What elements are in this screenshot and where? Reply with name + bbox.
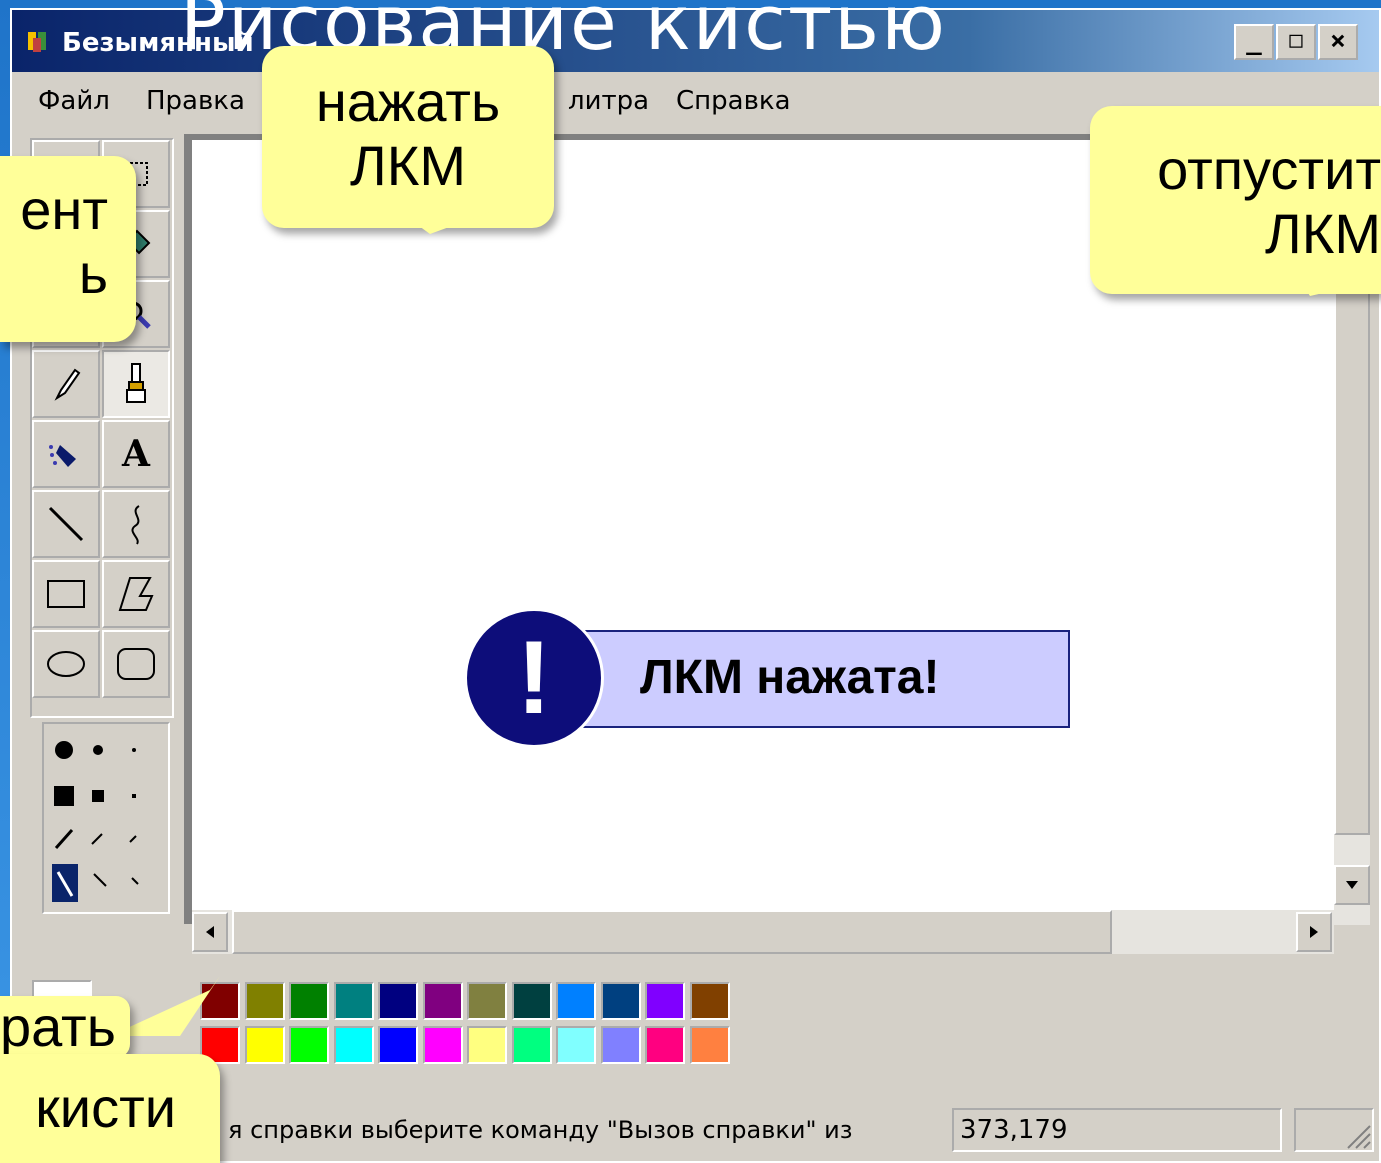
brush-square-large[interactable] [54,786,74,806]
callout-press-lmb: нажать ЛКМ [262,46,554,228]
palette-swatch[interactable] [289,1026,329,1064]
palette-swatch[interactable] [645,982,685,1020]
paint-app-icon [28,32,46,52]
exclamation-icon: ! [464,608,604,748]
brush-round-small[interactable] [132,748,136,752]
text-tool[interactable]: A [102,420,170,488]
palette-swatch[interactable] [556,1026,596,1064]
brush-square-small[interactable] [132,794,136,798]
airbrush-tool[interactable] [32,420,100,488]
polygon-icon [118,577,154,611]
callout-release-text: отпустит ЛКМ [1157,138,1381,265]
arrow-down-icon [1346,881,1358,889]
rectangle-tool[interactable] [32,560,100,628]
horizontal-scroll-thumb[interactable] [232,910,1112,954]
arrow-left-icon [206,926,214,938]
text-icon: A [122,433,150,475]
brush-square-medium[interactable] [92,790,104,802]
palette-swatch[interactable] [244,982,285,1020]
minimize-button[interactable]: _ [1234,24,1274,60]
palette-swatch[interactable] [289,982,329,1020]
callout-release-lmb: отпустит ЛКМ [1090,106,1381,294]
callout-tool-text: ент ь [20,178,108,305]
rounded-rectangle-icon [117,648,155,680]
palette-swatch[interactable] [422,982,463,1020]
polygon-tool[interactable] [102,560,170,628]
lmb-pressed-alert: ЛКМ нажата! [572,630,1070,728]
palette-swatch[interactable] [244,1026,285,1064]
palette-swatch[interactable] [422,1026,463,1064]
palette-swatch[interactable] [378,1026,418,1064]
palette-swatch[interactable] [378,982,418,1020]
callout-press-text: нажать ЛКМ [315,70,501,197]
scroll-right-button[interactable] [1296,912,1332,952]
line-tool[interactable] [32,490,100,558]
menu-file[interactable]: Файл [38,86,110,116]
palette-swatch[interactable] [467,982,507,1020]
pencil-tool[interactable] [32,350,100,418]
scroll-left-button[interactable] [192,912,228,952]
airbrush-icon [49,445,76,467]
brush-slash-small[interactable] [129,835,137,843]
arrow-right-icon [1310,926,1318,938]
palette-swatch[interactable] [511,1026,552,1064]
callout-brush-size-top: рать [0,996,130,1058]
menu-palette[interactable]: литра [568,86,649,116]
alert-text: ЛКМ нажата! [640,651,940,704]
menu-help[interactable]: Справка [676,86,791,116]
brush-tool[interactable] [102,350,170,418]
callout-press-tail [400,212,490,234]
callout-tool: ент ь [0,156,136,342]
palette-swatch[interactable] [600,982,641,1020]
ellipse-tool[interactable] [32,630,100,698]
status-help-text: я справки выберите команду "Вызов справк… [228,1116,853,1144]
callout-brush-size-bottom: кисти [0,1054,220,1163]
palette-swatch[interactable] [333,1026,374,1064]
brush-backslash-medium[interactable] [93,873,107,887]
palette-swatch[interactable] [645,1026,685,1064]
palette-swatch[interactable] [600,1026,641,1064]
brush-shapes-icon [52,741,139,902]
brush-round-medium[interactable] [93,745,103,755]
resize-grip[interactable] [1294,1108,1374,1152]
close-button[interactable]: × [1318,24,1358,60]
brush-slash-medium[interactable] [91,833,103,845]
palette-swatch[interactable] [689,1026,730,1064]
palette-swatch[interactable] [556,982,596,1020]
status-coordinates: 373,179 [952,1108,1282,1152]
pencil-icon [54,368,81,401]
brush-backslash-small[interactable] [131,877,139,885]
line-icon [48,506,84,542]
brush-slash-large[interactable] [54,829,74,849]
curve-tool[interactable] [102,490,170,558]
palette-swatch[interactable] [511,982,552,1020]
callout-brush-size-top-text: рать [0,995,116,1058]
scroll-down-button[interactable] [1334,865,1370,905]
maximize-button[interactable]: □ [1276,24,1316,60]
brush-round-large[interactable] [55,741,73,759]
callout-brush-size-bottom-text: кисти [35,1076,176,1139]
palette-swatch[interactable] [467,1026,507,1064]
palette-swatch[interactable] [333,982,374,1020]
menu-edit[interactable]: Правка [146,86,245,116]
horizontal-scrollbar[interactable] [192,910,1334,954]
callout-release-tail [1300,280,1380,296]
palette-swatch[interactable] [689,982,730,1020]
brush-options [42,722,170,914]
resize-grip-icon [1347,1125,1371,1149]
rectangle-icon [47,580,85,608]
rounded-rectangle-tool[interactable] [102,630,170,698]
brush-icon [126,363,146,403]
curve-icon [131,505,140,545]
ellipse-icon [47,651,85,677]
